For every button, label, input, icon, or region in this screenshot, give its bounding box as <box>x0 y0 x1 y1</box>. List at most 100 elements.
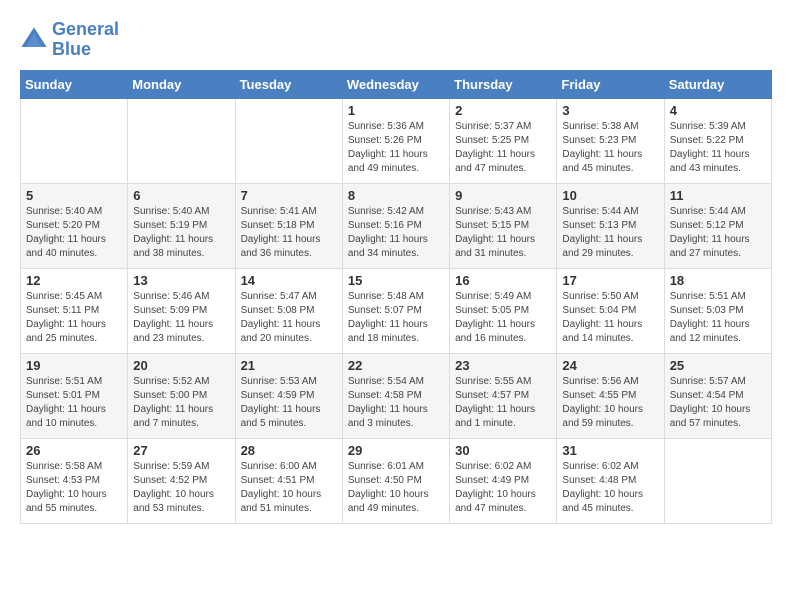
day-number: 29 <box>348 443 444 458</box>
calendar-cell: 26 Sunrise: 5:58 AMSunset: 4:53 PMDayligh… <box>21 438 128 523</box>
calendar-cell: 25 Sunrise: 5:57 AMSunset: 4:54 PMDayligh… <box>664 353 771 438</box>
weekday-header-wednesday: Wednesday <box>342 70 449 98</box>
calendar-week-5: 26 Sunrise: 5:58 AMSunset: 4:53 PMDayligh… <box>21 438 772 523</box>
calendar-cell: 2 Sunrise: 5:37 AMSunset: 5:25 PMDaylight… <box>450 98 557 183</box>
day-info: Sunrise: 5:48 AMSunset: 5:07 PMDaylight:… <box>348 290 444 346</box>
calendar-cell: 5Sunrise: 5:40 AMSunset: 5:20 PMDaylight… <box>21 183 128 268</box>
day-info: Sunrise: 6:01 AMSunset: 4:50 PMDaylight:… <box>348 460 444 516</box>
day-info: Sunrise: 5:42 AMSunset: 5:16 PMDaylight:… <box>348 205 444 261</box>
calendar-cell: 30 Sunrise: 6:02 AMSunset: 4:49 PMDayligh… <box>450 438 557 523</box>
day-info: Sunrise: 5:59 AMSunset: 4:52 PMDaylight:… <box>133 460 229 516</box>
day-number: 15 <box>348 273 444 288</box>
day-number: 6 <box>133 188 229 203</box>
calendar-cell: 18 Sunrise: 5:51 AMSunset: 5:03 PMDayligh… <box>664 268 771 353</box>
day-info: Sunrise: 5:46 AMSunset: 5:09 PMDaylight:… <box>133 290 229 346</box>
day-number: 7 <box>241 188 337 203</box>
day-number: 25 <box>670 358 766 373</box>
day-number: 22 <box>348 358 444 373</box>
calendar-cell <box>21 98 128 183</box>
day-number: 20 <box>133 358 229 373</box>
calendar-cell: 28Sunrise: 6:00 AMSunset: 4:51 PMDayligh… <box>235 438 342 523</box>
day-info: Sunrise: 5:50 AMSunset: 5:04 PMDaylight:… <box>562 290 658 346</box>
day-info: Sunrise: 5:40 AMSunset: 5:20 PMDaylight:… <box>26 205 122 261</box>
day-info: Sunrise: 5:55 AMSunset: 4:57 PMDaylight:… <box>455 375 551 431</box>
calendar-cell: 7 Sunrise: 5:41 AMSunset: 5:18 PMDaylight… <box>235 183 342 268</box>
day-info: Sunrise: 5:44 AMSunset: 5:12 PMDaylight:… <box>670 205 766 261</box>
calendar-cell: 22 Sunrise: 5:54 AMSunset: 4:58 PMDayligh… <box>342 353 449 438</box>
day-number: 8 <box>348 188 444 203</box>
day-number: 31 <box>562 443 658 458</box>
calendar-cell: 11 Sunrise: 5:44 AMSunset: 5:12 PMDayligh… <box>664 183 771 268</box>
day-info: Sunrise: 5:53 AMSunset: 4:59 PMDaylight:… <box>241 375 337 431</box>
day-number: 19 <box>26 358 122 373</box>
calendar-cell: 10 Sunrise: 5:44 AMSunset: 5:13 PMDayligh… <box>557 183 664 268</box>
day-info: Sunrise: 5:43 AMSunset: 5:15 PMDaylight:… <box>455 205 551 261</box>
calendar-body: 1 Sunrise: 5:36 AMSunset: 5:26 PMDaylight… <box>21 98 772 523</box>
calendar-table: SundayMondayTuesdayWednesdayThursdayFrid… <box>20 70 772 524</box>
day-info: Sunrise: 5:36 AMSunset: 5:26 PMDaylight:… <box>348 120 444 176</box>
logo-blue: Blue <box>52 39 91 59</box>
day-number: 30 <box>455 443 551 458</box>
day-number: 24 <box>562 358 658 373</box>
weekday-header-friday: Friday <box>557 70 664 98</box>
day-number: 17 <box>562 273 658 288</box>
calendar-cell: 20Sunrise: 5:52 AMSunset: 5:00 PMDayligh… <box>128 353 235 438</box>
calendar-cell: 14Sunrise: 5:47 AMSunset: 5:08 PMDayligh… <box>235 268 342 353</box>
calendar-cell: 3Sunrise: 5:38 AMSunset: 5:23 PMDaylight… <box>557 98 664 183</box>
day-info: Sunrise: 5:41 AMSunset: 5:18 PMDaylight:… <box>241 205 337 261</box>
calendar-cell <box>235 98 342 183</box>
logo-icon <box>20 26 48 54</box>
day-number: 2 <box>455 103 551 118</box>
day-number: 16 <box>455 273 551 288</box>
day-info: Sunrise: 5:44 AMSunset: 5:13 PMDaylight:… <box>562 205 658 261</box>
day-number: 21 <box>241 358 337 373</box>
calendar-cell: 29 Sunrise: 6:01 AMSunset: 4:50 PMDayligh… <box>342 438 449 523</box>
calendar-cell <box>128 98 235 183</box>
day-info: Sunrise: 5:37 AMSunset: 5:25 PMDaylight:… <box>455 120 551 176</box>
day-number: 9 <box>455 188 551 203</box>
calendar-week-3: 12 Sunrise: 5:45 AMSunset: 5:11 PMDayligh… <box>21 268 772 353</box>
day-info: Sunrise: 5:45 AMSunset: 5:11 PMDaylight:… <box>26 290 122 346</box>
day-info: Sunrise: 5:51 AMSunset: 5:03 PMDaylight:… <box>670 290 766 346</box>
day-number: 13 <box>133 273 229 288</box>
page-header: General Blue <box>20 20 772 60</box>
day-info: Sunrise: 5:57 AMSunset: 4:54 PMDaylight:… <box>670 375 766 431</box>
calendar-header: SundayMondayTuesdayWednesdayThursdayFrid… <box>21 70 772 98</box>
weekday-header-tuesday: Tuesday <box>235 70 342 98</box>
calendar-cell: 1 Sunrise: 5:36 AMSunset: 5:26 PMDaylight… <box>342 98 449 183</box>
weekday-row: SundayMondayTuesdayWednesdayThursdayFrid… <box>21 70 772 98</box>
logo: General Blue <box>20 20 119 60</box>
day-number: 3 <box>562 103 658 118</box>
calendar-cell: 31 Sunrise: 6:02 AMSunset: 4:48 PMDayligh… <box>557 438 664 523</box>
calendar-week-4: 19Sunrise: 5:51 AMSunset: 5:01 PMDayligh… <box>21 353 772 438</box>
weekday-header-saturday: Saturday <box>664 70 771 98</box>
calendar-cell: 6Sunrise: 5:40 AMSunset: 5:19 PMDaylight… <box>128 183 235 268</box>
day-info: Sunrise: 6:02 AMSunset: 4:49 PMDaylight:… <box>455 460 551 516</box>
day-info: Sunrise: 5:56 AMSunset: 4:55 PMDaylight:… <box>562 375 658 431</box>
calendar-cell: 15 Sunrise: 5:48 AMSunset: 5:07 PMDayligh… <box>342 268 449 353</box>
calendar-cell: 4 Sunrise: 5:39 AMSunset: 5:22 PMDaylight… <box>664 98 771 183</box>
calendar-cell: 13 Sunrise: 5:46 AMSunset: 5:09 PMDayligh… <box>128 268 235 353</box>
calendar-cell <box>664 438 771 523</box>
day-info: Sunrise: 5:58 AMSunset: 4:53 PMDaylight:… <box>26 460 122 516</box>
weekday-header-sunday: Sunday <box>21 70 128 98</box>
day-info: Sunrise: 6:02 AMSunset: 4:48 PMDaylight:… <box>562 460 658 516</box>
day-number: 23 <box>455 358 551 373</box>
day-info: Sunrise: 5:49 AMSunset: 5:05 PMDaylight:… <box>455 290 551 346</box>
calendar-cell: 17 Sunrise: 5:50 AMSunset: 5:04 PMDayligh… <box>557 268 664 353</box>
day-info: Sunrise: 5:47 AMSunset: 5:08 PMDaylight:… <box>241 290 337 346</box>
day-number: 18 <box>670 273 766 288</box>
calendar-cell: 12 Sunrise: 5:45 AMSunset: 5:11 PMDayligh… <box>21 268 128 353</box>
day-number: 26 <box>26 443 122 458</box>
weekday-header-monday: Monday <box>128 70 235 98</box>
day-number: 28 <box>241 443 337 458</box>
calendar-cell: 23 Sunrise: 5:55 AMSunset: 4:57 PMDayligh… <box>450 353 557 438</box>
day-number: 11 <box>670 188 766 203</box>
logo-text: General Blue <box>52 20 119 60</box>
day-info: Sunrise: 5:39 AMSunset: 5:22 PMDaylight:… <box>670 120 766 176</box>
day-number: 1 <box>348 103 444 118</box>
day-info: Sunrise: 5:54 AMSunset: 4:58 PMDaylight:… <box>348 375 444 431</box>
day-number: 12 <box>26 273 122 288</box>
day-number: 4 <box>670 103 766 118</box>
day-number: 10 <box>562 188 658 203</box>
